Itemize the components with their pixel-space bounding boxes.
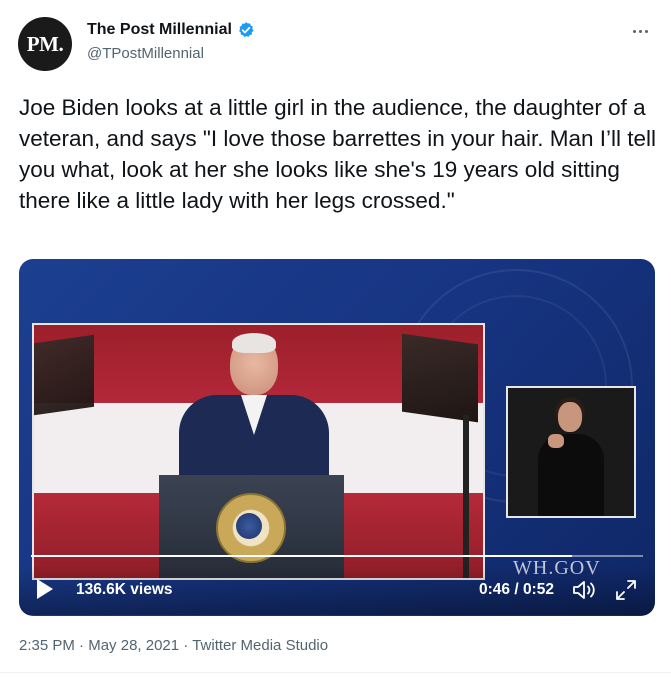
tweet-source[interactable]: Twitter Media Studio bbox=[192, 637, 328, 654]
divider bbox=[0, 672, 671, 673]
tweet-date[interactable]: May 28, 2021 bbox=[88, 637, 179, 654]
avatar[interactable]: PM. bbox=[18, 17, 72, 71]
tweet-card: PM. The Post Millennial @TPostMillennial… bbox=[0, 0, 671, 679]
volume-icon[interactable] bbox=[571, 579, 597, 601]
tweet-meta: 2:35 PM · May 28, 2021 · Twitter Media S… bbox=[19, 637, 328, 654]
sign-language-interpreter-frame bbox=[506, 386, 636, 518]
meta-separator: · bbox=[183, 637, 189, 654]
video-progress-bar[interactable] bbox=[31, 555, 643, 557]
author-name-row: The Post Millennial bbox=[87, 21, 255, 39]
meta-separator: · bbox=[79, 637, 85, 654]
view-count: 136.6K views bbox=[76, 581, 173, 598]
video-time: 0:46 / 0:52 bbox=[479, 581, 554, 598]
fullscreen-icon[interactable] bbox=[615, 579, 637, 601]
video-player[interactable]: WH.GOV 136.6K views 0:46 / 0:52 bbox=[19, 259, 655, 616]
avatar-text: PM. bbox=[26, 31, 64, 56]
video-main-frame bbox=[32, 323, 485, 580]
more-horizontal-icon[interactable] bbox=[628, 24, 652, 38]
video-progress-fill bbox=[31, 555, 573, 557]
teleprompter-right bbox=[402, 333, 478, 423]
presidential-seal-icon bbox=[216, 493, 286, 563]
play-icon[interactable] bbox=[37, 579, 53, 599]
tweet-text: Joe Biden looks at a little girl in the … bbox=[19, 95, 663, 213]
video-controls: 136.6K views 0:46 / 0:52 bbox=[19, 565, 655, 615]
teleprompter-left bbox=[34, 334, 94, 416]
tweet-time[interactable]: 2:35 PM bbox=[19, 637, 75, 654]
verified-badge-icon bbox=[238, 22, 254, 38]
display-name[interactable]: The Post Millennial bbox=[87, 21, 232, 39]
author-handle[interactable]: @TPostMillennial bbox=[87, 45, 204, 62]
